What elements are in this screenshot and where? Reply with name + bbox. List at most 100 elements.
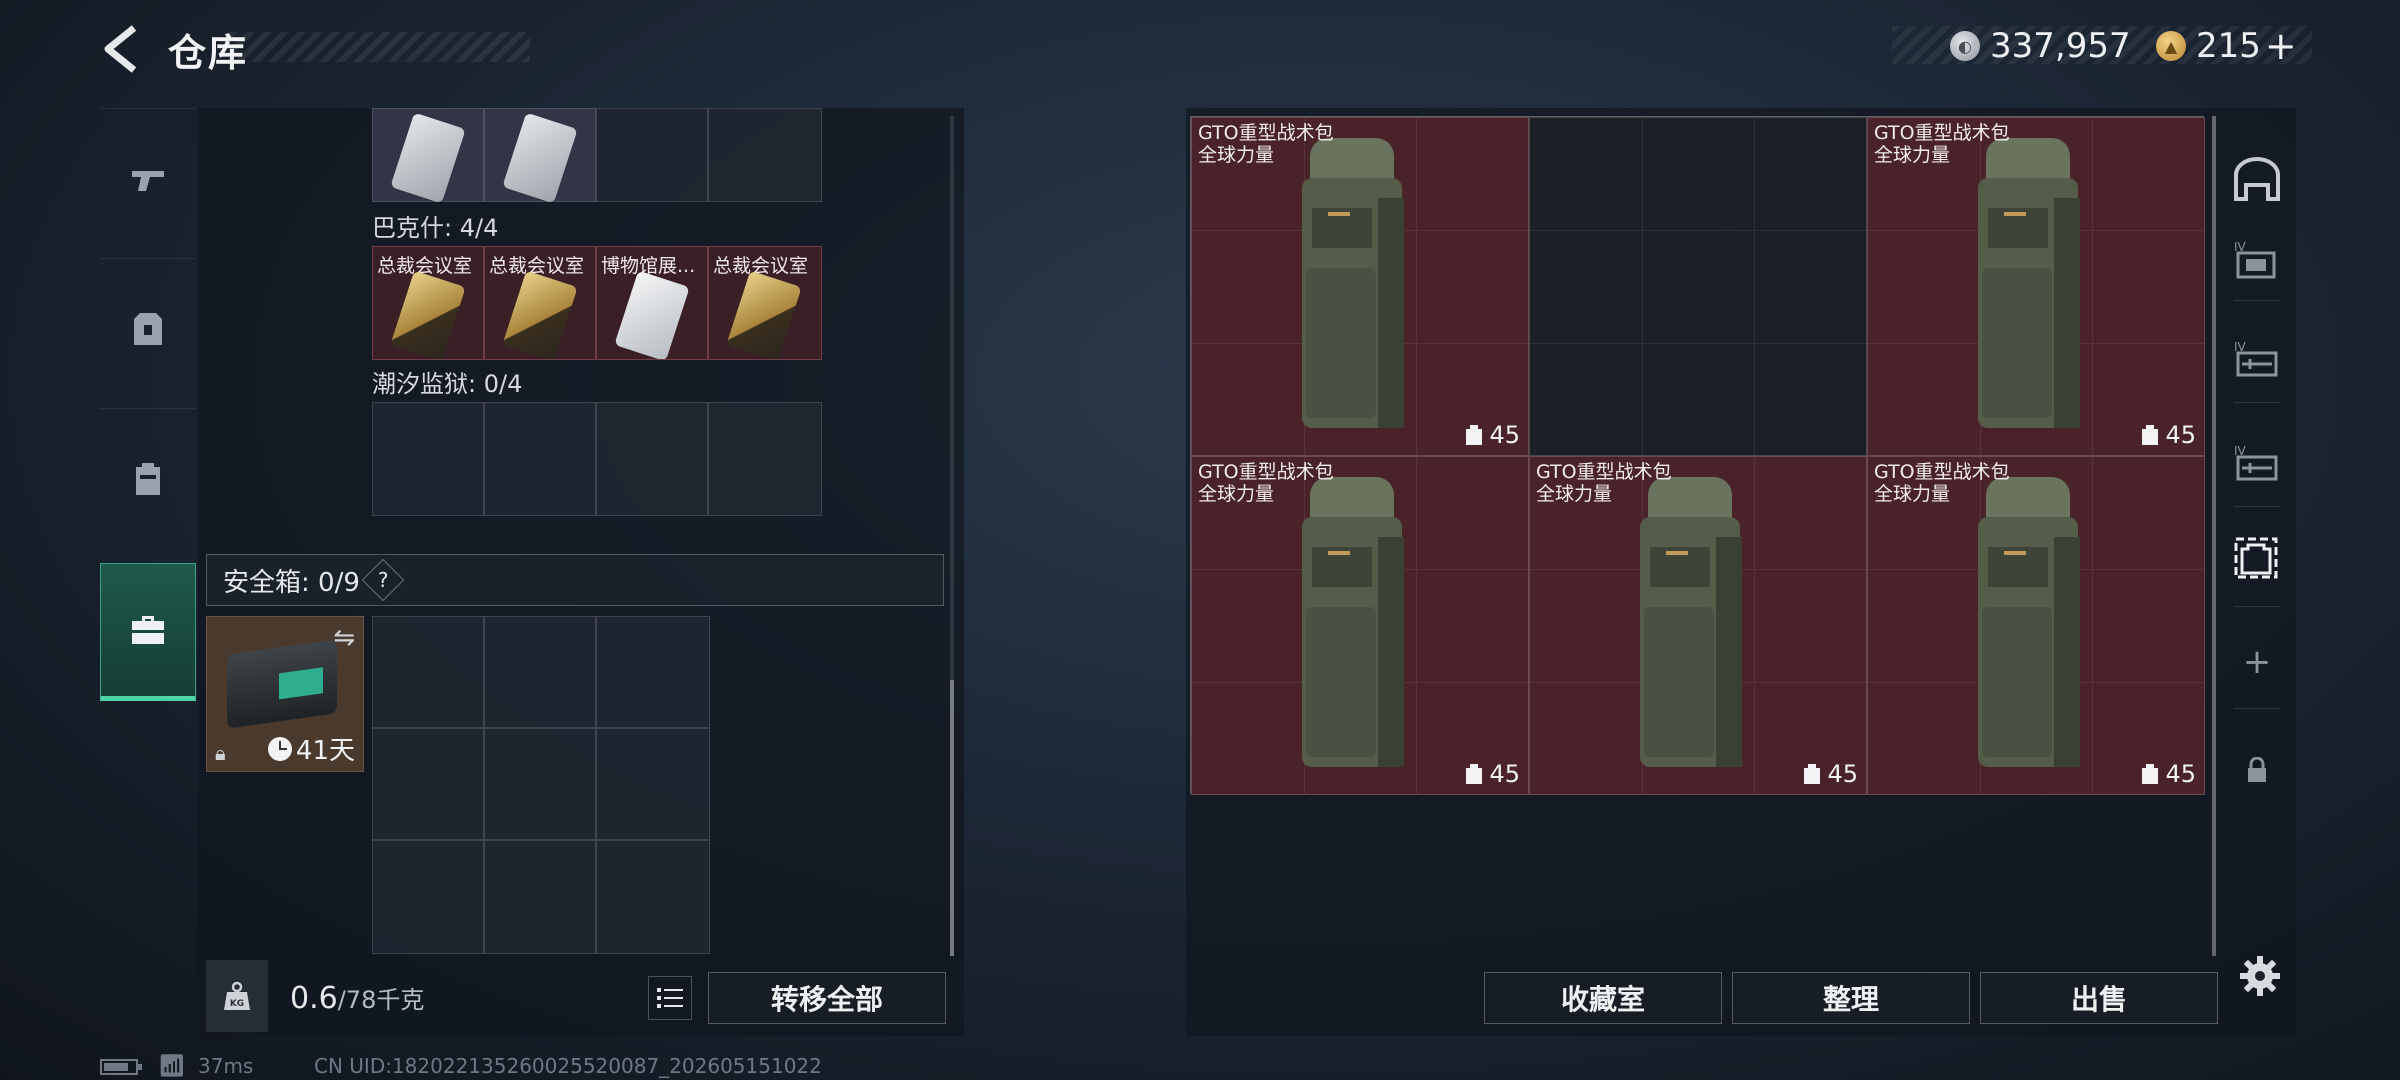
pistol-icon [132,170,164,191]
help-button[interactable]: ? [361,558,405,602]
backpack-image [1978,477,2080,767]
item-name: GTO重型战术包 全球力量 [1198,461,1334,505]
backpack-icon [136,462,160,495]
nav-weapons[interactable] [100,108,196,248]
card-slot[interactable] [372,108,484,204]
empty-slot[interactable] [372,402,484,516]
ping-text: 37ms [198,1054,254,1078]
safebox-slot[interactable] [484,728,596,840]
stash-item[interactable]: GTO重型战术包 全球力量 45 [1191,117,1529,456]
weapon-case-tier-iv-icon: IV [2234,444,2278,481]
safebox-slot[interactable] [596,840,710,954]
backpack-image [1640,477,1742,767]
add-page-button[interactable]: + [2222,622,2292,702]
weight-indicator: KG [206,960,268,1032]
safebox-slot[interactable] [372,840,484,954]
days-label: 41天 [295,736,355,766]
briefcase-icon [132,616,164,644]
title-decoration [230,32,530,62]
svg-text:KG: KG [230,999,244,1009]
vest-icon [134,312,162,345]
vault-icon [2234,157,2280,201]
stash-item[interactable]: GTO重型战术包 全球力量 45 [1529,456,1867,795]
empty-slot[interactable] [708,402,822,516]
item-name: GTO重型战术包 全球力量 [1198,122,1334,166]
section-label-tidal-prison: 潮汐监狱: 0/4 [372,370,523,398]
nav-backpacks[interactable] [100,408,196,548]
item-capacity: 45 [2141,421,2196,449]
empty-slot[interactable] [596,108,708,202]
weight-current: 0.6 [290,981,338,1016]
empty-stash-area[interactable] [1529,117,1867,456]
safebox-slot[interactable] [484,840,596,954]
wifi-icon: 📶︎ [158,1054,186,1079]
empty-slot[interactable] [484,402,596,516]
rail-page-3[interactable]: IV [2222,424,2292,504]
capacity-backpack-icon [1466,764,1483,784]
locked-page[interactable] [2222,730,2292,810]
rail-page-2[interactable]: IV [2222,320,2292,400]
item-name: GTO重型战术包 全球力量 [1536,461,1672,505]
rail-main-stash[interactable] [2222,140,2292,220]
empty-slot[interactable] [708,108,822,202]
item-capacity: 45 [1465,760,1520,788]
list-view-button[interactable] [648,976,692,1020]
page-title: 仓库 [168,31,249,75]
help-label: ? [377,568,389,592]
safebox-slot[interactable] [372,728,484,840]
stash-item[interactable]: GTO重型战术包 全球力量 45 [1191,456,1529,795]
sell-button[interactable]: 出售 [1980,972,2218,1024]
weight-max: /78千克 [337,986,425,1014]
backpack-image [1302,138,1404,428]
stash-scrollbar[interactable] [2212,116,2216,956]
lock-icon [2248,757,2266,782]
nav-safebox[interactable] [100,563,196,701]
keycard-icon [502,112,578,204]
empty-slot[interactable] [596,402,708,516]
weight-icon: KG [224,981,250,1010]
back-button[interactable] [100,22,144,76]
silver-currency: ◐ 337,957 [1950,24,2131,68]
safebox-slot[interactable] [596,616,710,728]
section-label-bakshi: 巴克什: 4/4 [372,214,499,242]
gold-coin-icon: ▲ [2156,31,2186,61]
keycard-slot[interactable]: 博物馆展... [596,246,708,360]
silver-amount: 337,957 [1990,26,2131,66]
swap-icon[interactable]: ⇋ [333,623,355,653]
keycard-slot[interactable]: 总裁会议室 [708,246,822,360]
keycard-icon [726,270,802,359]
capacity-backpack-icon [2142,425,2159,445]
safebox-item[interactable]: ⇋ 🔒︎ 41天 [206,616,364,772]
rail-page-4-active[interactable] [2222,518,2292,598]
nav-armor[interactable] [100,258,196,398]
organize-button[interactable]: 整理 [1732,972,1970,1024]
item-name: GTO重型战术包 全球力量 [1874,461,2010,505]
rail-page-1[interactable]: IV [2222,220,2292,300]
safebox-slot[interactable] [372,616,484,728]
inventory-scroll-thumb[interactable] [950,680,954,956]
silver-coin-icon: ◐ [1950,31,1980,61]
stash-grid: GTO重型战术包 全球力量 45 GTO重型战术包 全球力量 45 GTO重型战… [1190,116,2205,795]
safebox-slot[interactable] [484,616,596,728]
add-currency-button[interactable]: + [2265,24,2297,68]
capacity-backpack-icon [1804,764,1821,784]
keycard-icon [390,112,466,204]
lock-icon: 🔒︎ [215,741,226,765]
collection-room-button[interactable]: 收藏室 [1484,972,1722,1024]
safebox-slot[interactable] [596,728,710,840]
safebox-label: 安全箱: 0/9 [223,567,360,598]
gold-currency[interactable]: ▲ 215 + [2156,24,2297,68]
item-capacity: 45 [1465,421,1520,449]
keycard-slot[interactable]: 总裁会议室 [372,246,484,360]
keycard-slot[interactable]: 总裁会议室 [484,246,596,360]
transfer-all-button[interactable]: 转移全部 [708,972,946,1024]
backpack-image [1978,138,2080,428]
case-tier-iv-icon: IV [2234,240,2276,279]
settings-gear-icon[interactable] [2238,954,2282,998]
stash-item[interactable]: GTO重型战术包 全球力量 45 [1867,117,2205,456]
gold-amount: 215 [2196,26,2261,66]
capacity-backpack-icon [1466,425,1483,445]
card-slot[interactable] [484,108,596,204]
keycard-icon [390,270,466,359]
stash-item[interactable]: GTO重型战术包 全球力量 45 [1867,456,2205,795]
